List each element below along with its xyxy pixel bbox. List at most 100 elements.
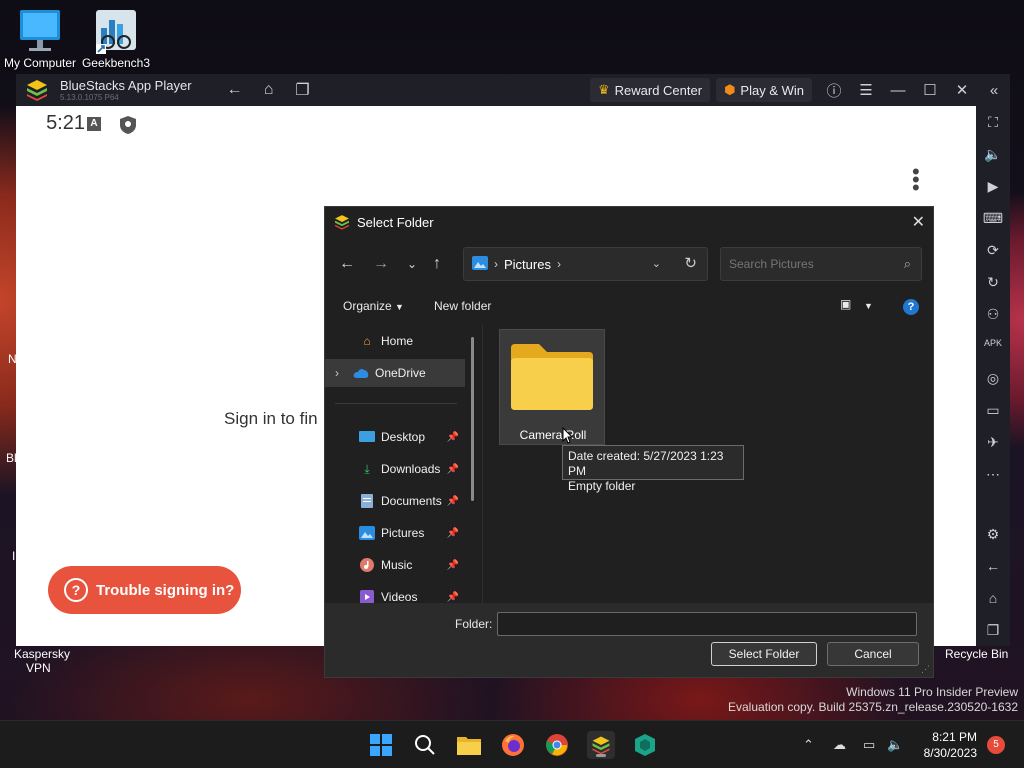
folder-icon[interactable]: ▭ [976,402,1010,419]
resize-grip-icon[interactable]: ⋰ [921,664,930,675]
organize-label: Organize [343,299,392,313]
nav-item-home[interactable]: ⌂ Home [325,327,465,355]
hamburger-menu-icon[interactable]: ☰ [850,81,882,99]
folder-field-label: Folder: [455,617,493,631]
search-icon[interactable] [411,731,439,759]
music-icon [359,557,375,573]
firefox-icon[interactable] [499,731,527,759]
settings-gear-icon[interactable]: ⚙ [976,526,1010,543]
help-icon[interactable]: ? [903,299,919,315]
nav-item-onedrive[interactable]: › OneDrive [325,359,465,387]
nav-item-label: Videos [381,590,418,603]
maximize-icon[interactable]: ☐ [914,81,946,99]
recent-locations-chevron-icon[interactable]: ⌄ [407,257,417,271]
fullscreen-icon[interactable]: ⛶ [976,114,1010,131]
up-arrow-icon[interactable]: ↑ [433,255,441,273]
back-arrow-icon[interactable]: ← [339,255,355,273]
trouble-signing-in-button[interactable]: ? Trouble signing in? [48,566,241,614]
more-icon[interactable]: ⋯ [976,466,1010,483]
nav-separator [335,403,457,404]
recent-apps-icon[interactable]: ❐ [976,622,1010,639]
tooltip-date: Date created: 5/27/2023 1:23 PM [568,449,724,478]
game-controls-icon[interactable]: ⚇ [976,306,1010,323]
chrome-icon[interactable] [543,731,571,759]
breadcrumb-chevron-icon[interactable]: › [557,257,561,271]
refresh-icon[interactable]: ↻ [684,254,697,272]
start-windows-icon[interactable] [367,731,395,759]
folder-name-input[interactable] [497,612,917,636]
desktop-icon-geekbench[interactable]: Geekbench3 [80,8,152,70]
bluestacks-taskbar-icon[interactable] [587,731,615,759]
trouble-signing-in-label: Trouble signing in? [96,581,235,599]
bluestacks-logo-icon [333,213,351,231]
close-icon[interactable]: ✕ [946,81,978,99]
rotate-icon[interactable]: ↻ [976,274,1010,291]
reward-center-label: Reward Center [614,82,703,98]
overflow-menu-icon[interactable]: • • • [912,161,920,199]
nav-scrollbar[interactable] [471,337,474,501]
volume-icon[interactable]: 🔈 [887,737,903,753]
taskbar: ⌃ ☁ ▭ 🔈 8:21 PM 8/30/2023 5 [0,720,1024,768]
chevron-up-icon[interactable]: ⌃ [803,737,814,753]
expand-chevron-icon[interactable]: › [335,366,353,380]
question-icon: ? [64,578,88,602]
pin-icon: 📌 [446,591,459,603]
apk-icon[interactable]: APK [976,338,1010,348]
network-icon[interactable]: ▭ [863,737,875,753]
minimize-icon[interactable]: — [882,82,914,99]
system-clock[interactable]: 8:21 PM 8/30/2023 [917,729,977,761]
multi-instance-icon[interactable]: ❐ [294,81,312,99]
forward-arrow-icon[interactable]: → [373,255,389,273]
play-win-button[interactable]: ⬢ Play & Win [716,78,812,102]
keyboard-icon[interactable]: ⌨ [976,210,1010,227]
desktop-icon-my-computer[interactable]: My Computer [2,8,78,70]
view-options-icon[interactable]: ▣ [840,297,851,311]
address-bar[interactable]: › Pictures › ⌄ ↻ [463,247,708,281]
nav-item-documents[interactable]: Documents 📌 [325,487,465,515]
close-icon[interactable]: ✕ [912,212,925,232]
address-dropdown-icon[interactable]: ⌄ [652,257,661,270]
airplane-icon[interactable]: ✈ [976,434,1010,451]
help-circle-icon[interactable]: ⓘ [818,80,850,101]
nav-item-downloads[interactable]: ⤓ Downloads 📌 [325,455,465,483]
nav-item-music[interactable]: Music 📌 [325,551,465,579]
notification-badge[interactable]: 5 [987,736,1005,754]
command-bar: Organize ▼ New folder ▣ ▼ ? [325,295,935,321]
screenshot-icon[interactable]: ◎ [976,370,1010,387]
document-icon [359,493,375,509]
desktop-icon-recycle-bin[interactable]: Recycle Bin [945,647,1008,661]
media-icon[interactable]: ▶ [976,178,1010,195]
nav-item-label: Home [381,334,414,348]
file-explorer-icon[interactable] [455,731,483,759]
cancel-button[interactable]: Cancel [827,642,919,666]
select-folder-button[interactable]: Select Folder [711,642,817,666]
cloud-offline-icon[interactable]: ☁ [833,737,846,753]
volume-icon[interactable]: 🔈 [976,146,1010,163]
organize-menu[interactable]: Organize ▼ [343,299,404,313]
back-icon[interactable]: ← [976,558,1010,574]
collapse-sidebar-icon[interactable]: « [978,82,1010,99]
desktop-icon-label: Kaspersky [14,647,71,661]
download-icon: ⤓ [364,461,370,476]
new-folder-button[interactable]: New folder [434,299,491,313]
address-pictures[interactable]: Pictures [504,257,551,272]
search-box[interactable]: ⌕ [720,247,922,281]
home-icon[interactable]: ⌂ [976,590,1010,606]
nav-item-videos[interactable]: Videos 📌 [325,583,465,603]
desktop-icon-kaspersky[interactable]: Kaspersky VPN [14,647,70,675]
home-icon: ⌂ [363,334,371,348]
back-arrow-icon[interactable]: ← [226,81,244,99]
folder-item-label: Camera Roll [519,428,587,442]
nav-item-desktop[interactable]: Desktop 📌 [325,423,465,451]
app-hexagon-icon[interactable] [631,731,659,759]
search-input[interactable] [729,257,889,271]
view-dropdown-icon[interactable]: ▼ [864,301,873,311]
clock-date: 8/30/2023 [923,746,977,760]
active-indicator [596,754,606,757]
nav-item-pictures[interactable]: Pictures 📌 [325,519,465,547]
signin-text: Sign in to fin [224,409,318,428]
reward-center-button[interactable]: ♛ Reward Center [589,78,711,102]
home-icon[interactable]: ⌂ [260,81,278,99]
folder-item-camera-roll[interactable]: Camera Roll [499,329,605,445]
macro-icon[interactable]: ⟳ [976,242,1010,259]
